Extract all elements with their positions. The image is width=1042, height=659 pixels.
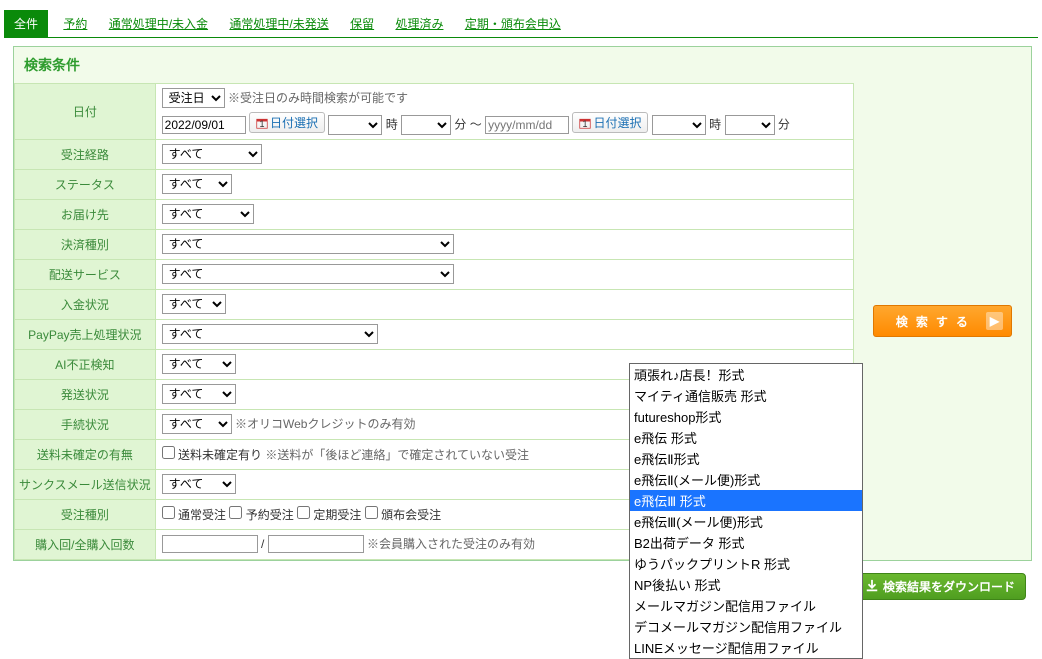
download-icon	[865, 579, 879, 593]
format-option[interactable]: 頑張れ♪店長！形式	[630, 364, 862, 385]
date-to-cal-button[interactable]: 1 日付選択	[572, 112, 648, 133]
format-option[interactable]: e飛伝Ⅲ 形式	[630, 490, 862, 511]
proc-note: ※オリコWebクレジットのみ有効	[235, 417, 415, 431]
tab-done[interactable]: 処理済み	[389, 11, 449, 36]
label-shipping: 配送サービス	[15, 259, 156, 289]
label-ordertype: 受注種別	[15, 499, 156, 529]
label-shipstat: 発送状況	[15, 379, 156, 409]
date-from-cal-button[interactable]: 1 日付選択	[249, 112, 325, 133]
route-select[interactable]: すべて	[162, 144, 262, 164]
format-dropdown-listbox[interactable]: 頑張れ♪店長！形式マイティ通信販売 形式futureshop形式e飛伝 形式e飛…	[629, 363, 863, 659]
otype-normal[interactable]: 通常受注	[162, 508, 226, 522]
label-route: 受注経路	[15, 139, 156, 169]
count-from-input[interactable]	[162, 535, 258, 553]
format-option[interactable]: futureshop形式	[630, 406, 862, 427]
label-paid: 入金状況	[15, 289, 156, 319]
tab-bar: 全件 予約 通常処理中/未入金 通常処理中/未発送 保留 処理済み 定期・頒布会…	[4, 4, 1038, 38]
format-option[interactable]: LINEメッセージ配信用ファイル	[630, 637, 862, 658]
date-kind-select[interactable]: 受注日	[162, 88, 225, 108]
thanks-select[interactable]: すべて	[162, 474, 236, 494]
dest-select[interactable]: すべて	[162, 204, 254, 224]
count-sep: /	[261, 537, 264, 551]
label-status: ステータス	[15, 169, 156, 199]
label-sep: ～	[470, 118, 482, 132]
search-panel: 検索条件 日付 受注日 ※受注日のみ時間検索が可能です 1	[13, 46, 1032, 561]
label-min2: 分	[778, 118, 790, 132]
download-button[interactable]: 検索結果をダウンロード	[854, 573, 1026, 600]
date-to-input[interactable]	[485, 116, 569, 134]
svg-text:1: 1	[259, 118, 264, 128]
date-to-min[interactable]	[725, 115, 775, 135]
format-option[interactable]: NP後払い 形式	[630, 574, 862, 595]
format-option[interactable]: B2出荷データ 形式	[630, 532, 862, 553]
shipstat-select[interactable]: すべて	[162, 384, 236, 404]
proc-select[interactable]: すべて	[162, 414, 232, 434]
count-note: ※会員購入された受注のみ有効	[367, 537, 535, 551]
format-option[interactable]: e飛伝Ⅲ(メール便)形式	[630, 511, 862, 532]
label-hour2: 時	[709, 118, 721, 132]
panel-title: 検索条件	[14, 47, 1031, 83]
label-hour: 時	[386, 118, 398, 132]
paypay-select[interactable]: すべて	[162, 324, 378, 344]
search-button[interactable]: 検索する▶	[873, 305, 1012, 337]
label-paypay: PayPay売上処理状況	[15, 319, 156, 349]
status-select[interactable]: すべて	[162, 174, 232, 194]
label-payment: 決済種別	[15, 229, 156, 259]
otype-period[interactable]: 定期受注	[297, 508, 361, 522]
format-option[interactable]: e飛伝Ⅱ(メール便)形式	[630, 469, 862, 490]
svg-text:1: 1	[583, 118, 588, 128]
format-option[interactable]: e飛伝 形式	[630, 427, 862, 448]
otype-reserve[interactable]: 予約受注	[229, 508, 293, 522]
label-dest: お届け先	[15, 199, 156, 229]
date-to-hour[interactable]	[652, 115, 706, 135]
format-option[interactable]: ゆうパックプリントR 形式	[630, 553, 862, 574]
freight-note: ※送料が「後ほど連絡」で確定されていない受注	[265, 448, 529, 462]
tab-unshipped[interactable]: 通常処理中/未発送	[223, 11, 334, 36]
tab-subscription[interactable]: 定期・頒布会申込	[459, 11, 567, 36]
paid-select[interactable]: すべて	[162, 294, 226, 314]
label-count: 購入回/全購入回数	[15, 529, 156, 559]
date-from-min[interactable]	[401, 115, 451, 135]
tab-hold[interactable]: 保留	[344, 11, 380, 36]
freight-checkbox[interactable]	[162, 446, 175, 459]
shipping-select[interactable]: すべて	[162, 264, 454, 284]
date-from-hour[interactable]	[328, 115, 382, 135]
date-note: ※受注日のみ時間検索が可能です	[228, 91, 408, 105]
count-to-input[interactable]	[268, 535, 364, 553]
label-thanks: サンクスメール送信状況	[15, 469, 156, 499]
cell-date: 受注日 ※受注日のみ時間検索が可能です 1 日付選択 時	[155, 84, 853, 140]
ai-select[interactable]: すべて	[162, 354, 236, 374]
format-option[interactable]: e飛伝Ⅱ形式	[630, 448, 862, 469]
calendar-icon: 1	[256, 117, 268, 129]
arrow-right-icon: ▶	[986, 312, 1003, 330]
label-date: 日付	[15, 84, 156, 140]
label-ai: AI不正検知	[15, 349, 156, 379]
otype-hanpu[interactable]: 頒布会受注	[365, 508, 441, 522]
payment-select[interactable]: すべて	[162, 234, 454, 254]
date-from-input[interactable]	[162, 116, 246, 134]
format-option[interactable]: デコメールマガジン配信用ファイル	[630, 616, 862, 637]
label-proc: 手続状況	[15, 409, 156, 439]
label-freight: 送料未確定の有無	[15, 439, 156, 469]
format-option[interactable]: メールマガジン配信用ファイル	[630, 595, 862, 616]
tab-all[interactable]: 全件	[4, 10, 48, 37]
format-option[interactable]: マイティ通信販売 形式	[630, 385, 862, 406]
calendar-icon: 1	[579, 117, 591, 129]
freight-checkbox-label[interactable]: 送料未確定有り	[162, 448, 262, 462]
label-min: 分	[454, 118, 466, 132]
tab-reserve[interactable]: 予約	[57, 11, 93, 36]
tab-unpaid[interactable]: 通常処理中/未入金	[103, 11, 214, 36]
